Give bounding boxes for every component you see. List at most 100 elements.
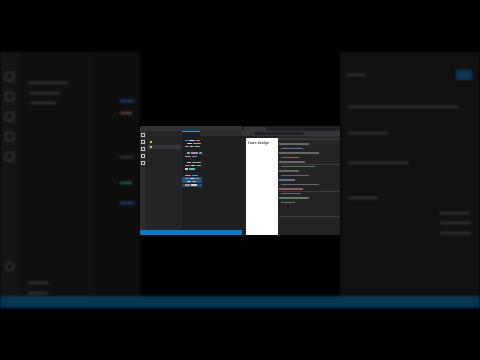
code-token [185, 165, 190, 167]
bg-line [348, 132, 388, 134]
bg-line [440, 232, 470, 234]
devtools-row [279, 170, 299, 172]
code-token [185, 168, 188, 170]
bg-line [120, 100, 134, 102]
bg-line [120, 112, 132, 114]
bg-line [440, 222, 470, 224]
devtools-row [279, 143, 309, 145]
code-line [187, 142, 201, 145]
web-page: Hare bridge [246, 138, 278, 235]
code-token [192, 155, 197, 157]
devtools-row [279, 197, 309, 199]
account-icon [5, 262, 14, 271]
bg-button [456, 70, 472, 80]
devtools-row [279, 179, 295, 181]
bg-line [346, 74, 366, 76]
explorer-icon[interactable] [141, 133, 145, 137]
code-token [189, 139, 195, 141]
bg-line [120, 156, 134, 158]
run-debug-icon [5, 132, 14, 141]
code-token [187, 181, 191, 183]
source-control-icon [5, 112, 14, 121]
background-devtools [340, 52, 480, 308]
code-token [193, 142, 201, 145]
code-token [187, 142, 192, 145]
code-line [185, 165, 201, 167]
code-token [191, 184, 197, 186]
devtools-panel [278, 136, 340, 235]
devtools-row [281, 174, 309, 177]
run-debug-icon[interactable] [141, 154, 145, 158]
explorer-folder-row[interactable] [148, 135, 181, 139]
devtools-row [279, 188, 303, 190]
code-token [199, 152, 202, 154]
explorer-file-row[interactable] [148, 140, 181, 144]
code-token [185, 139, 188, 141]
bg-line [120, 182, 132, 184]
background-editor [92, 52, 140, 308]
bg-line [120, 202, 134, 204]
code-token [196, 177, 199, 180]
browser-window: Hare bridge [242, 126, 340, 235]
code-editor[interactable] [182, 131, 242, 230]
devtools-row [281, 183, 319, 186]
code-line [185, 145, 200, 148]
devtools-row [279, 152, 319, 154]
source-control-icon[interactable] [141, 147, 145, 151]
search-icon [5, 92, 14, 101]
code-line [187, 152, 202, 154]
bg-line [348, 162, 408, 164]
devtools-row [281, 156, 299, 159]
bg-line [28, 82, 68, 84]
timeline-section[interactable] [148, 225, 181, 229]
code-token [191, 165, 195, 167]
code-line [187, 161, 201, 164]
code-token [187, 161, 191, 164]
code-token [192, 161, 201, 164]
video-frame: Hare bridge [0, 0, 480, 360]
devtools-row [281, 192, 301, 195]
bg-line [348, 106, 458, 108]
code-token [190, 177, 195, 180]
code-token [196, 165, 201, 167]
bg-line [440, 212, 470, 214]
explorer-panel [146, 131, 182, 230]
screen-window: Hare bridge [140, 126, 340, 235]
extensions-icon[interactable] [141, 161, 145, 165]
extensions-icon [5, 152, 14, 161]
code-token [194, 145, 200, 148]
code-line [185, 168, 195, 170]
editor-tab[interactable] [201, 131, 219, 136]
code-line [185, 155, 197, 157]
code-token [191, 152, 198, 154]
code-token [185, 177, 189, 180]
bg-line [28, 292, 48, 294]
code-token [185, 155, 191, 157]
code-token [185, 174, 191, 177]
bg-line [30, 92, 60, 94]
vscode-statusbar [140, 230, 242, 235]
address-bar[interactable] [254, 132, 304, 135]
explorer-icon [5, 72, 14, 81]
search-icon[interactable] [141, 140, 145, 144]
devtools-row [281, 201, 295, 204]
code-token [185, 145, 189, 148]
code-token [192, 174, 198, 177]
background-activity-bar [0, 52, 20, 308]
code-line [185, 184, 197, 186]
editor-tabs [182, 131, 242, 136]
background-sidebar [20, 52, 92, 308]
bg-line [30, 102, 56, 104]
editor-tab[interactable] [182, 131, 200, 136]
code-token [185, 184, 190, 186]
bg-line [348, 197, 378, 199]
vscode-window [140, 126, 242, 235]
background-statusbar [0, 296, 480, 308]
explorer-file-row-active[interactable] [148, 145, 181, 149]
code-token [187, 152, 190, 154]
code-line [185, 139, 200, 141]
code-token [189, 168, 195, 170]
code-token [192, 181, 196, 183]
devtools-row [279, 161, 305, 163]
page-text: Hare bridge [248, 141, 269, 145]
